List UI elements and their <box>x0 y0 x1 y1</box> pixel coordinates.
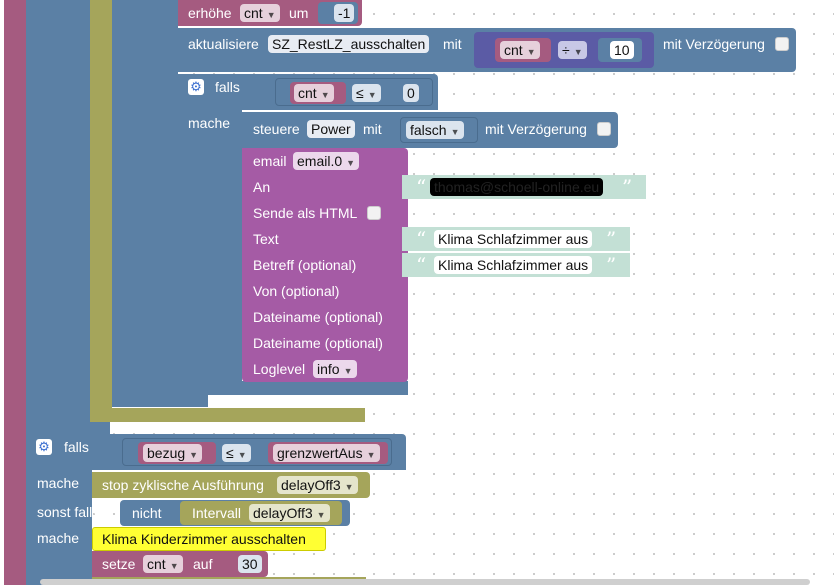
update-delay-label: mit Verzögerung <box>663 36 765 52</box>
email-file1-label: Dateiname (optional) <box>253 309 383 325</box>
control-delay-label: mit Verzögerung <box>485 121 587 137</box>
olive-block-footer <box>90 408 365 422</box>
set-label: setze <box>102 556 136 572</box>
inner-compare-op-dropdown[interactable]: ≤ ▼ <box>352 84 381 102</box>
email-instance-dropdown[interactable]: email.0 ▼ <box>293 152 360 170</box>
outer-if-label: falls <box>64 439 89 455</box>
arith-op-dropdown[interactable]: ÷ ▼ <box>558 41 587 59</box>
close-quote-icon: ” <box>622 175 633 199</box>
email-loglevel-label: Loglevel <box>253 361 306 377</box>
chevron-down-icon: ▼ <box>346 158 356 168</box>
elseif-label: sonst falls <box>37 504 100 520</box>
outer-do2-label: mache <box>37 530 80 546</box>
open-quote-icon: “ <box>416 175 427 199</box>
update-delay-checkbox[interactable] <box>775 37 789 51</box>
chevron-down-icon: ▼ <box>344 482 354 492</box>
horizontal-scrollbar[interactable] <box>40 579 810 585</box>
outer-do-label: mache <box>37 475 80 491</box>
close-quote-icon: ” <box>606 227 617 251</box>
outer-event-block-spine <box>4 0 26 585</box>
inner-compare-number-field[interactable]: 0 <box>403 84 419 102</box>
chevron-down-icon: ▼ <box>450 127 460 137</box>
outer-compare-op-dropdown[interactable]: ≤ ▼ <box>222 444 251 462</box>
chevron-down-icon: ▼ <box>320 90 330 100</box>
control-target-field[interactable]: Power <box>307 120 355 138</box>
chevron-down-icon: ▼ <box>169 561 179 571</box>
not-label: nicht <box>132 505 162 521</box>
email-to-label: An <box>253 179 271 195</box>
chevron-down-icon: ▼ <box>367 90 377 100</box>
control-delay-checkbox[interactable] <box>597 122 611 136</box>
inner-if-footer <box>178 381 408 395</box>
update-target-field[interactable]: SZ_RestLZ_ausschalten <box>268 35 430 53</box>
increment-number-field[interactable]: -1 <box>334 4 355 22</box>
update-label: aktualisiere <box>188 36 259 52</box>
outer-compare-var2-dropdown[interactable]: grenzwertAus ▼ <box>273 444 380 462</box>
outer-compare-var-dropdown[interactable]: bezug ▼ <box>143 444 203 462</box>
open-quote-icon: “ <box>416 227 427 251</box>
email-text-field[interactable]: Klima Schlafzimmer aus <box>434 230 593 248</box>
increment-var-dropdown[interactable]: cnt ▼ <box>240 4 280 22</box>
increment-by-label: um <box>289 5 309 21</box>
inner-compare-var-dropdown[interactable]: cnt ▼ <box>294 84 334 102</box>
arith-var-dropdown[interactable]: cnt ▼ <box>500 41 540 59</box>
open-quote-icon: “ <box>416 253 427 277</box>
chevron-down-icon: ▼ <box>266 10 276 20</box>
gear-icon[interactable]: ⚙ <box>188 79 204 95</box>
email-from-label: Von (optional) <box>253 283 340 299</box>
loop-body-footer <box>112 395 208 407</box>
chevron-down-icon: ▼ <box>573 47 583 57</box>
chevron-down-icon: ▼ <box>237 450 247 460</box>
stop-label: stop zyklische Ausführung <box>102 477 264 493</box>
email-html-checkbox[interactable] <box>367 206 381 220</box>
email-text-label: Text <box>253 231 279 247</box>
increment-label: erhöhe <box>188 5 232 21</box>
inner-if-label: falls <box>215 79 240 95</box>
set-value-field[interactable]: 30 <box>238 555 262 573</box>
inner-if-spine <box>178 110 242 395</box>
control-with-label: mit <box>363 121 382 137</box>
email-loglevel-dropdown[interactable]: info ▼ <box>313 360 357 378</box>
chevron-down-icon: ▼ <box>189 450 199 460</box>
gear-icon[interactable]: ⚙ <box>36 439 52 455</box>
update-with-label: mit <box>443 36 462 52</box>
interval-label: Intervall <box>192 505 242 521</box>
email-to-field[interactable]: thomas@schoell-online.eu <box>430 178 604 196</box>
interval-value-dropdown[interactable]: delayOff3 ▼ <box>249 504 330 522</box>
loop-body-spine <box>112 0 178 405</box>
email-html-label: Sende als HTML <box>253 205 358 221</box>
comment-text[interactable]: Klima Kinderzimmer ausschalten <box>102 530 306 548</box>
olive-block-spine <box>90 0 112 420</box>
chevron-down-icon: ▼ <box>366 450 376 460</box>
chevron-down-icon: ▼ <box>526 47 536 57</box>
inner-do-label: mache <box>188 115 231 131</box>
set-to-label: auf <box>193 556 213 572</box>
email-subject-label: Betreff (optional) <box>253 257 357 273</box>
close-quote-icon: ” <box>606 253 617 277</box>
control-value-dropdown[interactable]: falsch ▼ <box>406 121 464 139</box>
email-subject-field[interactable]: Klima Schlafzimmer aus <box>434 256 593 274</box>
stop-value-dropdown[interactable]: delayOff3 ▼ <box>277 476 358 494</box>
chevron-down-icon: ▼ <box>343 366 353 376</box>
set-var-dropdown[interactable]: cnt ▼ <box>143 555 183 573</box>
email-label: email <box>253 153 287 169</box>
chevron-down-icon: ▼ <box>316 510 326 520</box>
control-label: steuere <box>253 121 300 137</box>
email-file2-label: Dateiname (optional) <box>253 335 383 351</box>
arith-number-field[interactable]: 10 <box>610 41 634 59</box>
